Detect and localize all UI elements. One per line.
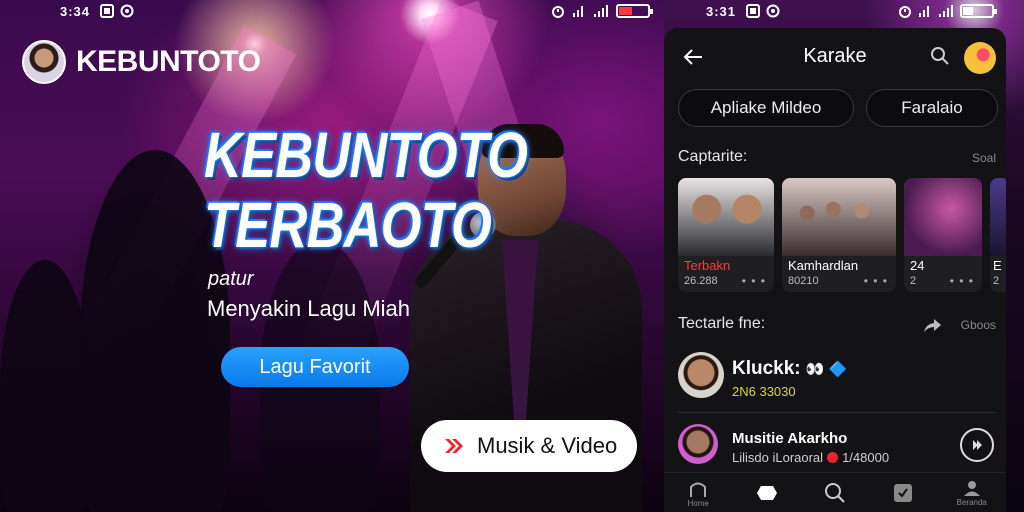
card-thumbnail	[782, 178, 896, 256]
card-sub: 26.288	[684, 275, 718, 287]
location-icon	[120, 4, 134, 18]
search-icon	[824, 482, 845, 503]
card-sub: 2	[910, 275, 917, 287]
hero-subtitle: Menyakin Lagu Miah	[207, 296, 411, 321]
play-button[interactable]	[960, 428, 994, 462]
more-dots-icon[interactable]: • • •	[950, 274, 974, 288]
card-label: Terbakn	[684, 258, 731, 273]
card-carousel: Terbakn 26.288 • • • Kamhardlan 80210 • …	[678, 178, 1006, 292]
location-icon	[766, 4, 780, 18]
nav-library[interactable]	[878, 482, 928, 504]
card-label: E	[993, 258, 1002, 273]
list-item[interactable]: Musitie Akarkho Lilisdo iLoraoral 1/4800…	[664, 420, 1006, 478]
bottom-nav: Home Beranda	[664, 472, 1006, 512]
brand-name: KEBUNTOTO	[76, 45, 261, 78]
tab-bar: Apliake Mildeo Faralaio	[678, 89, 998, 127]
avatar	[678, 352, 724, 398]
avatar	[678, 424, 718, 464]
section-title: Tectarle fne:	[678, 315, 766, 332]
song-card[interactable]: Terbakn 26.288 • • •	[678, 178, 774, 292]
song-card[interactable]: E 2	[990, 178, 1006, 292]
home-icon	[690, 482, 707, 497]
crowd-silhouette	[0, 260, 90, 512]
notification-icon	[746, 4, 760, 18]
hero-title-line1: KEBUNTOTO	[204, 119, 528, 191]
song-card[interactable]: Kamhardlan 80210 • • •	[782, 178, 896, 292]
hero-title-line2: TERBAOTO	[204, 189, 492, 261]
avatar[interactable]	[964, 42, 996, 74]
favorite-songs-button[interactable]: Lagu Favorit	[221, 347, 409, 387]
nav-home[interactable]: Home	[673, 478, 723, 508]
hero-title: KEBUNTOTO TERBAOTO	[204, 119, 528, 261]
karaoke-app-screen: Karake Apliake Mildeo Faralaio Captarite…	[664, 28, 1006, 512]
tab-faralaio[interactable]: Faralaio	[866, 89, 998, 127]
section-more-link[interactable]: Soal	[972, 151, 996, 165]
share-arrow-icon[interactable]	[922, 316, 942, 334]
list-item-emoji: 👀 🔷	[805, 361, 848, 378]
list-item-subtitle: Lilisdo iLoraoral 1/48000	[732, 450, 889, 465]
alarm-icon	[899, 6, 911, 18]
section-more-link[interactable]: Gboos	[961, 318, 996, 332]
list-item-subtitle-text: Lilisdo iLoraoral	[732, 450, 824, 465]
brand-header[interactable]: KEBUNTOTO	[22, 40, 261, 84]
card-sub: 80210	[788, 275, 819, 287]
card-thumbnail	[990, 178, 1006, 256]
record-dot-icon	[827, 452, 839, 463]
status-time: 3:34	[60, 4, 91, 19]
explore-icon	[756, 485, 777, 500]
card-label: 24	[910, 258, 925, 273]
list-item-subtitle: 2N6 33030	[732, 384, 796, 399]
list-item-value: 1/48000	[842, 450, 890, 465]
signal-icon	[594, 5, 608, 17]
more-dots-icon[interactable]: • • •	[864, 274, 888, 288]
profile-icon	[963, 480, 980, 496]
hero-small-text: patur	[208, 268, 254, 290]
library-icon	[894, 483, 913, 502]
battery-icon	[960, 4, 997, 18]
battery-icon	[616, 4, 653, 18]
notification-icon	[100, 4, 114, 18]
nav-explore[interactable]	[742, 482, 792, 504]
nav-label: Home	[687, 498, 709, 508]
chevrons-right-icon	[445, 439, 463, 453]
list-item-title: Musitie Akarkho	[732, 430, 848, 447]
card-thumbnail	[904, 178, 982, 256]
nav-profile[interactable]: Beranda	[947, 479, 997, 507]
alarm-icon	[552, 6, 564, 18]
status-time: 3:31	[706, 4, 737, 19]
signal-icon	[919, 6, 929, 17]
signal-icon	[573, 6, 583, 17]
status-bar-right: 3:31	[706, 4, 997, 22]
play-icon	[973, 440, 982, 450]
tab-apliake-mildeo[interactable]: Apliake Mildeo	[678, 89, 854, 127]
music-video-button[interactable]: Musik & Video	[421, 420, 637, 472]
page-title: Karake	[803, 45, 867, 67]
section-title: Captarite:	[678, 148, 748, 165]
signal-icon	[939, 5, 953, 17]
card-sub: 2	[993, 275, 1000, 287]
nav-search[interactable]	[810, 482, 860, 504]
music-video-button-label: Musik & Video	[477, 433, 618, 458]
list-item-title: Kluckk: 👀 🔷	[732, 358, 848, 379]
status-bar-left: 3:34	[60, 4, 653, 22]
avatar[interactable]	[22, 40, 66, 84]
divider	[678, 412, 996, 413]
app-header: Karake	[664, 28, 1006, 86]
card-thumbnail	[678, 178, 774, 256]
more-dots-icon[interactable]: • • •	[742, 274, 766, 288]
card-label: Kamhardlan	[788, 258, 859, 273]
list-item[interactable]: Kluckk: 👀 🔷 2N6 33030	[664, 348, 1006, 406]
search-icon[interactable]	[930, 46, 950, 66]
song-card[interactable]: 24 2 • • •	[904, 178, 982, 292]
nav-label: Beranda	[956, 497, 987, 507]
